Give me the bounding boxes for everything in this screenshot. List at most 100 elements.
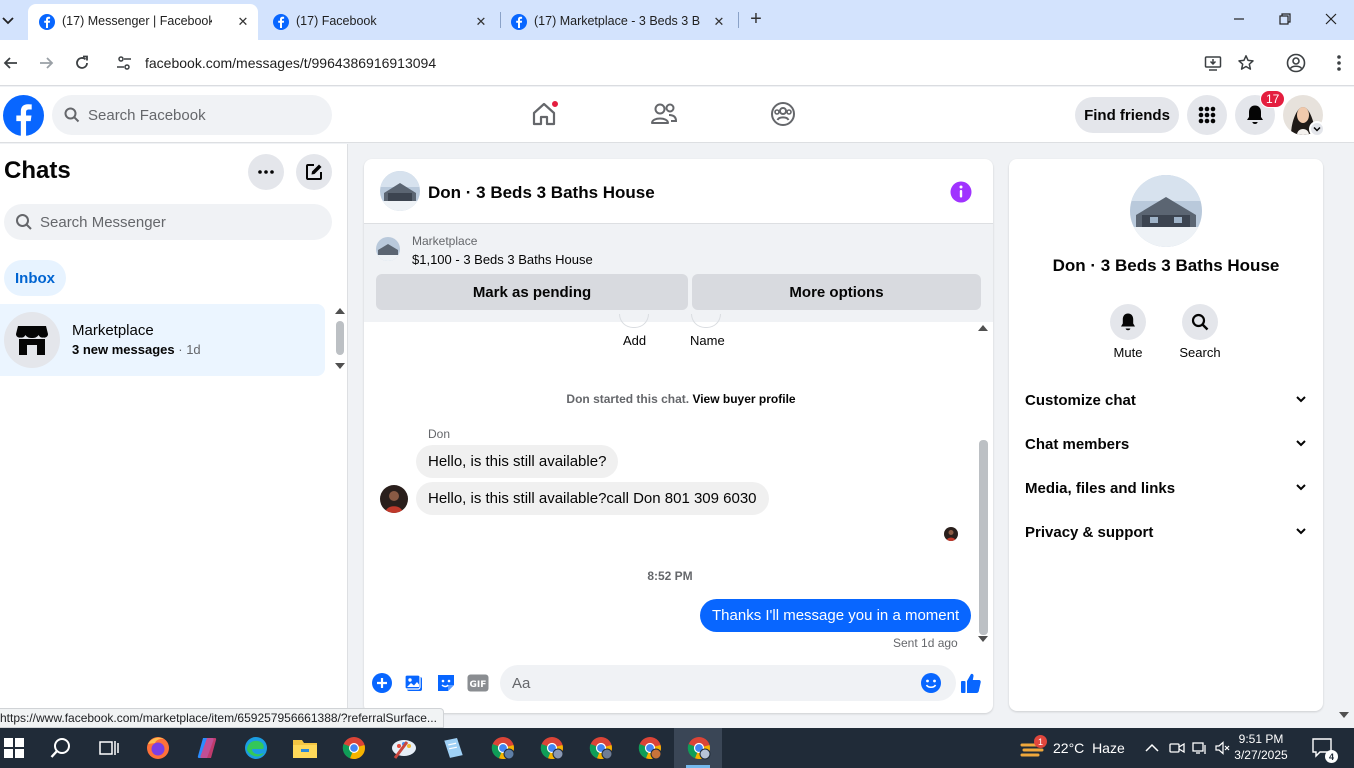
conversation-info-icon[interactable] bbox=[950, 181, 972, 203]
sidebar-scrollbar[interactable] bbox=[336, 321, 344, 355]
message-timestamp: 8:52 PM bbox=[647, 569, 693, 583]
windows-start-icon[interactable] bbox=[0, 734, 28, 762]
system-clock[interactable]: 9:51 PM 3/27/2025 bbox=[1230, 731, 1292, 763]
conversation-profile-photo[interactable] bbox=[1130, 175, 1202, 247]
listing-thumbnail[interactable] bbox=[376, 237, 400, 261]
chat-members-section[interactable]: Chat members bbox=[1009, 423, 1323, 467]
media-files-links-section[interactable]: Media, files and links bbox=[1009, 467, 1323, 511]
listing-title[interactable]: $1,100 - 3 Beds 3 Baths House bbox=[412, 252, 593, 267]
page-scroll-down-arrow-icon[interactable] bbox=[1339, 712, 1349, 718]
search-label[interactable]: Search bbox=[1170, 345, 1230, 360]
message-bubble[interactable]: Hello, is this still available? bbox=[416, 445, 619, 478]
facebook-search[interactable] bbox=[52, 95, 332, 135]
chrome-profile-icon[interactable] bbox=[538, 734, 566, 762]
mute-button[interactable] bbox=[1110, 304, 1146, 340]
edge-icon[interactable] bbox=[242, 734, 270, 762]
attach-photo-icon[interactable] bbox=[403, 672, 425, 694]
scroll-down-arrow-icon[interactable] bbox=[978, 636, 988, 642]
sticker-icon[interactable] bbox=[435, 672, 457, 694]
chevron-down-icon bbox=[1295, 481, 1307, 493]
chats-sidebar: Chats Inbox Marketplace 3 new messages ·… bbox=[0, 144, 348, 728]
search-icon[interactable] bbox=[47, 734, 75, 762]
network-icon[interactable] bbox=[1192, 740, 1208, 756]
chrome-profile-icon[interactable] bbox=[685, 734, 713, 762]
add-action-label[interactable]: Add bbox=[623, 333, 646, 348]
firefox-icon[interactable] bbox=[144, 734, 172, 762]
messenger-search-input[interactable] bbox=[40, 204, 320, 240]
chat-options-button[interactable] bbox=[248, 154, 284, 190]
mute-label[interactable]: Mute bbox=[1098, 345, 1158, 360]
notepad-app-icon[interactable] bbox=[439, 734, 467, 762]
scroll-down-arrow-icon[interactable] bbox=[335, 363, 345, 369]
file-explorer-icon[interactable] bbox=[291, 734, 319, 762]
scroll-up-arrow-icon[interactable] bbox=[335, 308, 345, 314]
facebook-header: Find friends 17 bbox=[0, 87, 1354, 143]
back-icon[interactable] bbox=[1, 53, 21, 73]
account-chevron-icon[interactable] bbox=[1309, 121, 1325, 137]
message-input[interactable] bbox=[500, 665, 956, 701]
friends-nav-icon[interactable] bbox=[649, 99, 679, 129]
name-action-label[interactable]: Name bbox=[690, 333, 725, 348]
tab-search-chevron-icon[interactable] bbox=[0, 12, 16, 28]
messenger-search[interactable] bbox=[4, 204, 332, 240]
tab-close-icon[interactable]: ✕ bbox=[472, 13, 490, 31]
profile-icon[interactable] bbox=[1286, 53, 1306, 73]
new-tab-button[interactable]: + bbox=[746, 9, 766, 30]
sender-avatar[interactable] bbox=[380, 485, 408, 513]
conversation-avatar[interactable] bbox=[380, 171, 420, 211]
gif-icon[interactable]: GIF bbox=[467, 672, 489, 694]
more-options-button[interactable]: More options bbox=[692, 274, 981, 310]
facebook-logo-icon[interactable] bbox=[3, 95, 44, 136]
tab-close-icon[interactable]: ✕ bbox=[234, 13, 252, 31]
forward-icon[interactable] bbox=[36, 53, 56, 73]
omnibox[interactable]: facebook.com/messages/t/9964386916913094 bbox=[106, 47, 1270, 79]
volume-muted-icon[interactable] bbox=[1215, 740, 1231, 756]
browser-menu-icon[interactable] bbox=[1337, 54, 1341, 72]
weather-readout[interactable]: 22°C Haze bbox=[1053, 740, 1125, 756]
copilot-icon[interactable] bbox=[193, 734, 221, 762]
add-action-circle[interactable] bbox=[619, 314, 649, 328]
mark-as-pending-button[interactable]: Mark as pending bbox=[376, 274, 688, 310]
message-bubble[interactable]: Hello, is this still available?call Don … bbox=[416, 482, 769, 515]
tab-messenger[interactable]: (17) Messenger | Facebook ✕ bbox=[28, 4, 258, 40]
emoji-icon[interactable] bbox=[920, 672, 942, 694]
facebook-search-input[interactable] bbox=[88, 95, 318, 135]
groups-nav-icon[interactable] bbox=[768, 99, 798, 129]
restore-icon[interactable] bbox=[1275, 9, 1295, 29]
paint-app-icon[interactable] bbox=[390, 734, 418, 762]
bookmark-star-icon[interactable] bbox=[1237, 54, 1255, 72]
search-conversation-button[interactable] bbox=[1182, 304, 1218, 340]
tab-close-icon[interactable]: ✕ bbox=[710, 13, 728, 31]
menu-grid-button[interactable] bbox=[1187, 95, 1227, 135]
conversation-title[interactable]: Don · 3 Beds 3 Baths House bbox=[428, 183, 655, 203]
task-view-icon[interactable] bbox=[95, 734, 123, 762]
new-message-button[interactable] bbox=[296, 154, 332, 190]
name-action-circle[interactable] bbox=[691, 314, 721, 328]
chrome-profile-icon[interactable] bbox=[489, 734, 517, 762]
find-friends-button[interactable]: Find friends bbox=[1075, 97, 1179, 133]
meet-now-icon[interactable] bbox=[1169, 740, 1185, 756]
customize-chat-section[interactable]: Customize chat bbox=[1009, 379, 1323, 423]
chrome-icon[interactable] bbox=[340, 734, 368, 762]
scroll-up-arrow-icon[interactable] bbox=[978, 325, 988, 331]
chat-list-item[interactable]: Marketplace 3 new messages · 1d bbox=[0, 304, 325, 376]
chrome-profile-icon[interactable] bbox=[636, 734, 664, 762]
inbox-filter-tab[interactable]: Inbox bbox=[4, 260, 66, 296]
minimize-icon[interactable] bbox=[1229, 9, 1249, 29]
close-window-icon[interactable] bbox=[1321, 9, 1341, 29]
thumbs-up-icon[interactable] bbox=[960, 672, 982, 694]
chevron-down-icon bbox=[1295, 393, 1307, 405]
more-actions-plus-icon[interactable] bbox=[371, 672, 393, 694]
view-buyer-profile-link[interactable]: View buyer profile bbox=[692, 392, 795, 406]
show-hidden-icons-chevron-icon[interactable] bbox=[1144, 740, 1160, 756]
url-text[interactable]: facebook.com/messages/t/9964386916913094 bbox=[145, 55, 436, 71]
install-app-icon[interactable] bbox=[1204, 54, 1222, 72]
reload-icon[interactable] bbox=[72, 53, 92, 73]
chrome-profile-icon[interactable] bbox=[587, 734, 615, 762]
privacy-support-section[interactable]: Privacy & support bbox=[1009, 511, 1323, 555]
conversation-scrollbar[interactable] bbox=[979, 440, 988, 635]
my-message-bubble[interactable]: Thanks I'll message you in a moment bbox=[700, 599, 972, 632]
site-settings-icon[interactable] bbox=[116, 55, 132, 71]
tab-facebook[interactable]: (17) Facebook ✕ bbox=[262, 4, 498, 40]
tab-marketplace[interactable]: (17) Marketplace - 3 Beds 3 Bat ✕ bbox=[500, 4, 736, 40]
